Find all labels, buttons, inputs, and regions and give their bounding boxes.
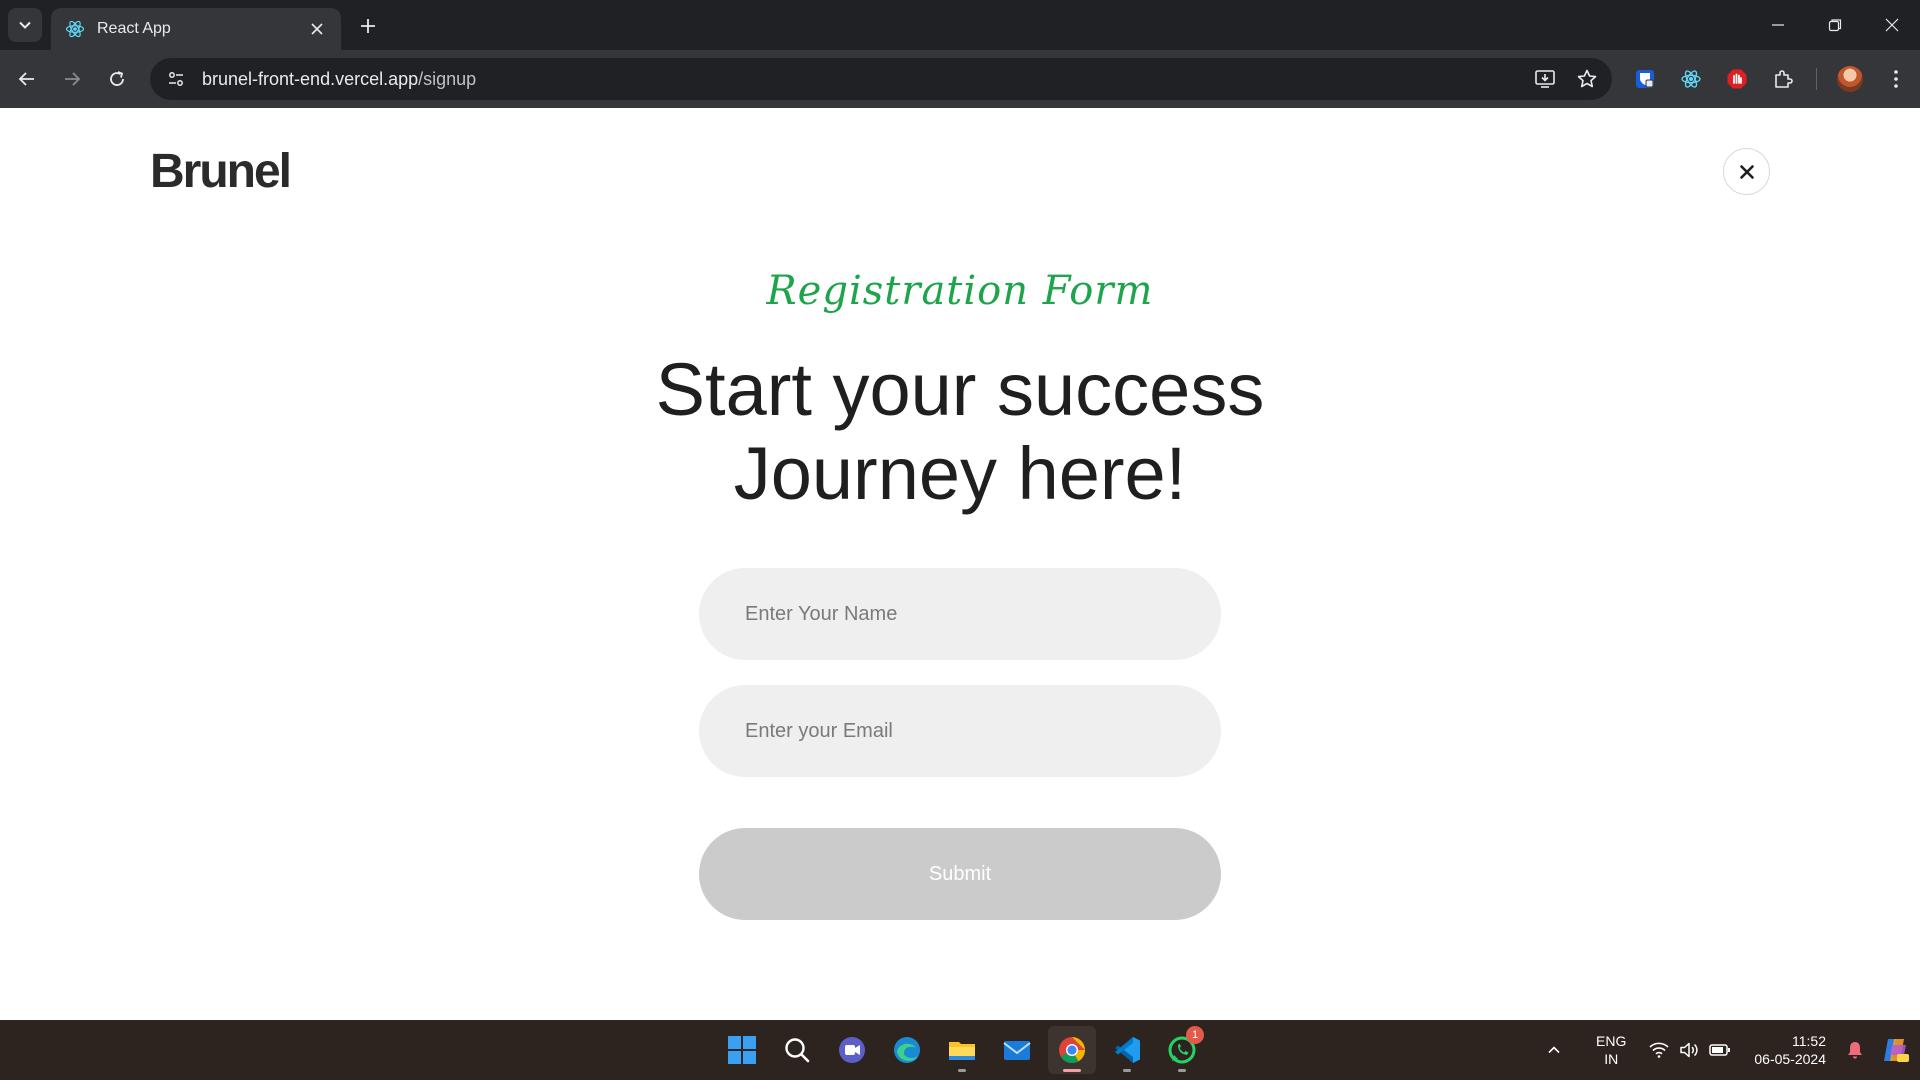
minimize-icon (1771, 24, 1784, 26)
running-indicator (1123, 1069, 1131, 1072)
show-hidden-icons-button[interactable] (1534, 1043, 1574, 1057)
toolbar-separator (1816, 68, 1817, 90)
taskbar-chrome-app[interactable] (1048, 1026, 1096, 1074)
taskbar-edge-app[interactable] (883, 1026, 931, 1074)
brunel-logo[interactable]: Brunel (150, 144, 292, 199)
email-field[interactable] (699, 685, 1221, 777)
bookmark-star-icon[interactable] (1574, 66, 1600, 92)
close-window-button[interactable] (1863, 0, 1920, 50)
edge-icon (894, 1037, 920, 1063)
extensions-area (1628, 62, 1913, 96)
meet-icon (839, 1037, 865, 1063)
copilot-icon[interactable] (1870, 1035, 1920, 1065)
windows-start-icon (728, 1036, 756, 1064)
arrow-left-icon (18, 72, 34, 86)
url-path: /signup (418, 68, 477, 89)
new-tab-button[interactable] (354, 12, 382, 40)
bitwarden-extension-icon[interactable] (1628, 62, 1662, 96)
window-controls (1749, 0, 1920, 50)
close-form-button[interactable] (1723, 148, 1770, 195)
tab-search-button[interactable] (8, 8, 42, 42)
close-icon (1885, 18, 1898, 32)
language-indicator[interactable]: ENG IN (1596, 1032, 1626, 1068)
tab-title: React App (97, 20, 171, 37)
search-icon (785, 1038, 810, 1063)
page-title: Start your success Journey here! (0, 348, 1920, 516)
install-app-icon[interactable] (1532, 66, 1558, 92)
notification-bell-icon[interactable] (1840, 1040, 1870, 1060)
site-info-icon[interactable] (164, 67, 188, 91)
browser-toolbar: brunel-front-end.vercel.app/signup (0, 50, 1920, 108)
language-code: ENG (1596, 1033, 1627, 1049)
wifi-icon[interactable] (1644, 1042, 1674, 1058)
address-bar[interactable]: brunel-front-end.vercel.app/signup (150, 58, 1612, 100)
more-vert-icon (1894, 70, 1898, 88)
restore-button[interactable] (1806, 0, 1863, 50)
forward-button[interactable] (55, 62, 89, 96)
plus-icon (361, 19, 375, 33)
clock-time: 11:52 (1792, 1033, 1826, 1049)
url-domain: brunel-front-end.vercel.app (202, 68, 419, 89)
system-tray: ENG IN 11:52 06-05-2024 (1534, 1020, 1920, 1080)
tab-react-app[interactable]: React App (51, 8, 341, 50)
file-explorer-icon (949, 1042, 975, 1060)
submit-button[interactable]: Submit (699, 828, 1221, 920)
windows-taskbar: 1 ENG IN 11:52 06-05-2024 (0, 1020, 1920, 1080)
arrow-right-icon (65, 72, 81, 86)
running-indicator (1063, 1069, 1081, 1072)
extensions-puzzle-icon[interactable] (1766, 62, 1800, 96)
battery-icon[interactable] (1704, 1043, 1736, 1057)
start-button[interactable] (718, 1026, 766, 1074)
name-field[interactable] (699, 568, 1221, 660)
back-button[interactable] (10, 62, 44, 96)
headline-line-1: Start your success (655, 348, 1265, 431)
adblock-extension-icon[interactable] (1720, 62, 1754, 96)
volume-icon[interactable] (1674, 1041, 1704, 1059)
signup-page: Brunel Registration Form Start your succ… (0, 108, 1920, 1020)
restore-icon (1828, 19, 1841, 32)
taskbar-meet-app[interactable] (828, 1026, 876, 1074)
chevron-down-icon (19, 21, 31, 29)
url-text: brunel-front-end.vercel.app/signup (202, 69, 476, 90)
avatar (1837, 66, 1863, 92)
clock-date: 06-05-2024 (1754, 1051, 1826, 1067)
taskbar-apps: 1 (718, 1026, 1206, 1074)
react-icon (65, 19, 85, 39)
chevron-up-icon (1548, 1046, 1560, 1054)
running-indicator (1178, 1069, 1186, 1072)
react-devtools-extension-icon[interactable] (1674, 62, 1708, 96)
region-code: IN (1604, 1051, 1619, 1067)
minimize-button[interactable] (1749, 0, 1806, 50)
mail-icon (1003, 1041, 1031, 1060)
taskbar-whatsapp-app[interactable]: 1 (1158, 1026, 1206, 1074)
close-tab-icon[interactable] (307, 19, 327, 39)
clock[interactable]: 11:52 06-05-2024 (1754, 1032, 1826, 1068)
taskbar-file-explorer-app[interactable] (938, 1026, 986, 1074)
form-tagline: Registration Form (766, 268, 1154, 314)
taskbar-mail-app[interactable] (993, 1026, 1041, 1074)
profile-avatar[interactable] (1833, 62, 1867, 96)
close-icon (1739, 164, 1754, 179)
running-indicator (958, 1069, 966, 1072)
browser-menu-button[interactable] (1879, 62, 1913, 96)
taskbar-vscode-app[interactable] (1103, 1026, 1151, 1074)
notification-badge: 1 (1186, 1026, 1204, 1044)
chrome-icon (1059, 1037, 1086, 1064)
headline-line-2: Journey here! (733, 432, 1187, 515)
vscode-icon (1115, 1037, 1140, 1063)
tab-strip: React App (0, 0, 1920, 50)
reload-button[interactable] (100, 62, 134, 96)
reload-icon (110, 71, 124, 86)
taskbar-search-button[interactable] (773, 1026, 821, 1074)
